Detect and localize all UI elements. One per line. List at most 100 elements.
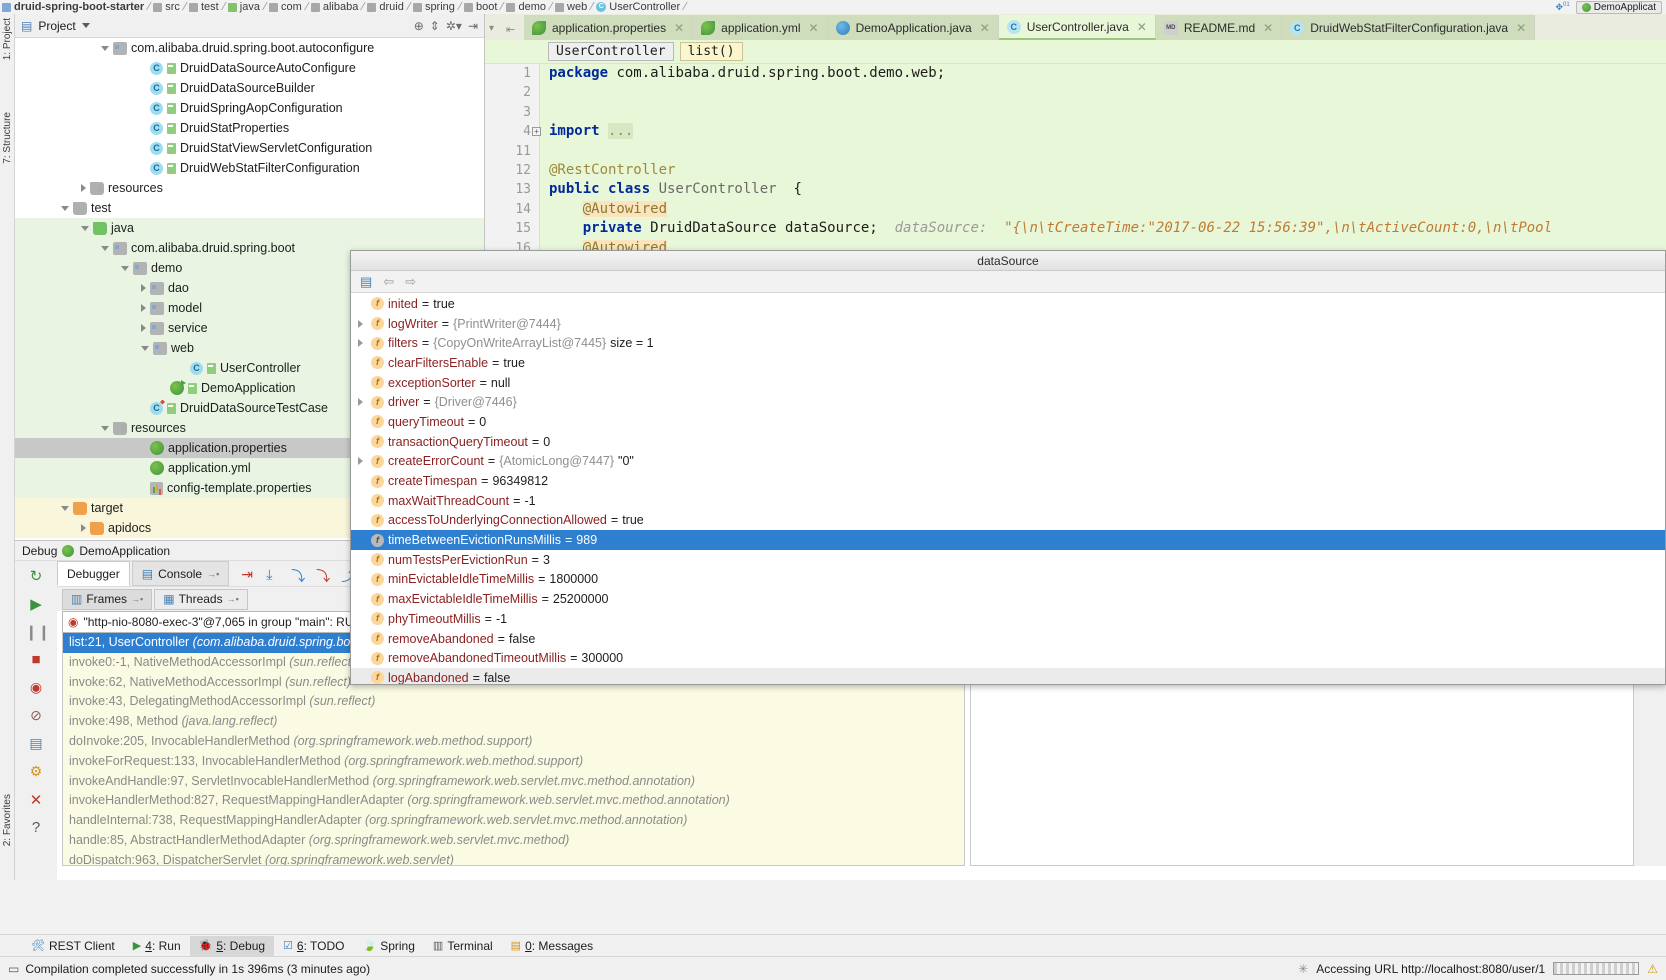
breadcrumb-item-java[interactable]: java [226,1,262,13]
breadcrumb-method[interactable]: list() [679,42,743,61]
breadcrumb-item-demo[interactable]: demo [504,1,548,13]
force-step-into-icon[interactable]: ⤵ [316,566,331,584]
chevron-down-icon[interactable] [81,23,90,28]
editor-tab-bar[interactable]: ▾ ⇤ application.properties ✕ application.y… [485,14,1666,40]
variable-row[interactable]: f driver = {Driver@7446} [351,392,1665,412]
variable-row[interactable]: f logAbandoned = false [351,668,1665,684]
variable-row[interactable]: f maxEvictableIdleTimeMillis = 25200000 [351,589,1665,609]
memory-indicator[interactable] [1553,962,1640,975]
code-line[interactable]: @RestController [540,161,1666,180]
code-line[interactable]: public class UserController { [540,180,1666,199]
variable-row[interactable]: f logWriter = {PrintWriter@7444} [351,314,1665,334]
tool-window-button-debug[interactable]: 🐞 5: Debug [189,935,275,956]
tree-node-test[interactable]: test [15,198,484,218]
breadcrumb-item-boot[interactable]: boot [462,1,499,13]
variable-row[interactable]: f timeBetweenEvictionRunsMillis = 989 [351,530,1665,550]
breadcrumb-item-spring[interactable]: spring [411,1,457,13]
tree-node-druiddatasourceautoconfigure[interactable]: C DruidDataSourceAutoConfigure [15,58,484,78]
line-number[interactable]: 13 [485,180,539,199]
datasource-inspect-popup[interactable]: dataSource ▤ ⇦ ⇨ f inited = true f logWriter = {Pri… [350,250,1666,685]
tool-window-button-terminal[interactable]: ▥ Terminal [424,936,502,956]
editor-tab-readme-md[interactable]: MD README.md ✕ [1155,15,1283,40]
code-line[interactable] [540,83,1666,102]
breadcrumb-item-alibaba[interactable]: alibaba [309,1,360,13]
tool-window-button-run[interactable]: ▶ 4: Run [124,936,190,956]
chevron-right-icon[interactable] [358,398,363,407]
close-icon[interactable]: ✕ [1516,21,1526,35]
chevron-down-icon[interactable]: ▾ [489,23,501,35]
pin-icon[interactable]: →▪ [227,594,239,604]
stack-frame-row[interactable]: doDispatch:963, DispatcherServlet (org.s… [63,851,964,865]
pin-icon[interactable]: →▪ [207,569,219,579]
step-over-icon[interactable]: ⤓ [266,566,281,582]
tree-node-druiddatasourcebuilder[interactable]: C DruidDataSourceBuilder [15,78,484,98]
variable-row[interactable]: f removeAbandoned = false [351,629,1665,649]
line-number[interactable]: 2 [485,83,539,102]
sidebar-item-project[interactable]: 1: Project [2,18,13,60]
datasource-field-list[interactable]: f inited = true f logWriter = {PrintWriter@7444… [351,294,1665,684]
show-execution-point-icon[interactable]: ⇥ [241,566,256,582]
chevron-right-icon[interactable] [358,339,363,348]
variable-row[interactable]: f accessToUnderlyingConnectionAllowed = tru… [351,511,1665,531]
stack-frame-row[interactable]: invokeForRequest:133, InvocableHandlerMe… [63,752,964,772]
breadcrumb-item-usercontroller[interactable]: C UserController [594,1,682,13]
gear-icon[interactable]: ⚙ [25,763,47,785]
file-structure-icon[interactable]: ▤ [360,274,372,290]
chevron-right-icon[interactable] [81,184,86,192]
chevron-right-icon[interactable] [358,319,363,328]
tree-node-druidwebstatfilterconfiguration[interactable]: C DruidWebStatFilterConfiguration [15,158,484,178]
code-line[interactable]: package com.alibaba.druid.spring.boot.de… [540,64,1666,83]
stack-frame-row[interactable]: invokeAndHandle:97, ServletInvocableHand… [63,772,964,792]
editor-tab-druidwebstatfilterconfiguration-java[interactable]: C DruidWebStatFilterConfiguration.java ✕ [1282,15,1536,40]
stop-icon[interactable]: ■ [25,651,47,673]
step-into-icon[interactable]: ⤵ [291,566,306,584]
breadcrumb-class[interactable]: UserController [548,42,674,61]
hide-icon[interactable]: ⇥ [468,19,478,33]
project-panel-header[interactable]: ▤ Project ⊕ ⇕ ✲▾ ⇥ [15,14,484,38]
mute-breakpoints-icon[interactable]: ⊘ [25,707,47,729]
code-line[interactable]: import ... [540,122,1666,141]
line-number[interactable]: 4 [485,122,539,141]
tree-node-resources[interactable]: resources [15,178,484,198]
tree-node-java[interactable]: java [15,218,484,238]
resume-program-icon[interactable]: ▶ [25,595,47,617]
line-number[interactable]: 11 [485,142,539,161]
editor-tab-application-yml[interactable]: application.yml ✕ [693,15,828,40]
collapse-panel-icon[interactable]: ⇤ [506,23,518,36]
breadcrumb-item-com[interactable]: com [267,1,304,13]
chevron-down-icon[interactable] [101,245,109,251]
tool-window-button-rest-client[interactable]: 🛠 REST Client [22,936,124,956]
rerun-icon[interactable]: ↻ [25,567,47,589]
tool-window-button-todo[interactable]: ☑ 6: TODO [274,936,353,956]
variable-row[interactable]: f filters = {CopyOnWriteArrayList@7445} size… [351,333,1665,353]
run-configuration-selector[interactable]: DemoApplicat [1575,0,1662,14]
line-number[interactable]: 1 [485,64,539,83]
close-icon[interactable]: ✕ [1137,20,1147,34]
left-tool-rail[interactable]: 1: Project 7: Structure 2: Favorites [0,14,15,880]
variable-row[interactable]: f createErrorCount = {AtomicLong@7447} "0" [351,452,1665,472]
variable-row[interactable]: f maxWaitThreadCount = -1 [351,491,1665,511]
breadcrumb-item-druid-spring-boot-starter[interactable]: druid-spring-boot-starter [0,1,146,13]
stack-frame-row[interactable]: invoke:43, DelegatingMethodAccessorImpl … [63,692,964,712]
gear-icon[interactable]: ✲▾ [446,19,462,33]
variable-row[interactable]: f inited = true [351,294,1665,314]
stack-frame-row[interactable]: handleInternal:738, RequestMappingHandle… [63,811,964,831]
back-arrow-icon[interactable]: ⇦ [383,274,394,290]
run-config-area[interactable]: ✥01 DemoApplicat [1556,0,1666,14]
line-number[interactable]: 15 [485,219,539,238]
tab-frames[interactable]: ▥ Frames →▪ [62,588,153,610]
variable-row[interactable]: f createTimespan = 96349812 [351,471,1665,491]
tool-window-button-spring[interactable]: 🍃 Spring [354,936,424,956]
line-number[interactable]: 12 [485,161,539,180]
chevron-right-icon[interactable] [358,457,363,466]
breadcrumb-item-web[interactable]: web [553,1,589,13]
close-icon[interactable]: ✕ [1263,21,1273,35]
chevron-right-icon[interactable] [141,324,146,332]
editor-tab-usercontroller-java[interactable]: C UserController.java ✕ [998,15,1156,40]
collapse-all-icon[interactable]: ⇕ [430,19,440,33]
tool-window-bar[interactable]: 🛠 REST Client ▶ 4: Run 🐞 5: Debug ☑ 6: TODO 🍃 Spr… [0,934,1666,956]
tab-console[interactable]: ▤ Console →▪ [131,561,230,586]
breadcrumb-item-src[interactable]: src [151,1,182,13]
chevron-down-icon[interactable] [101,425,109,431]
variable-row[interactable]: f removeAbandonedTimeoutMillis = 300000 [351,648,1665,668]
